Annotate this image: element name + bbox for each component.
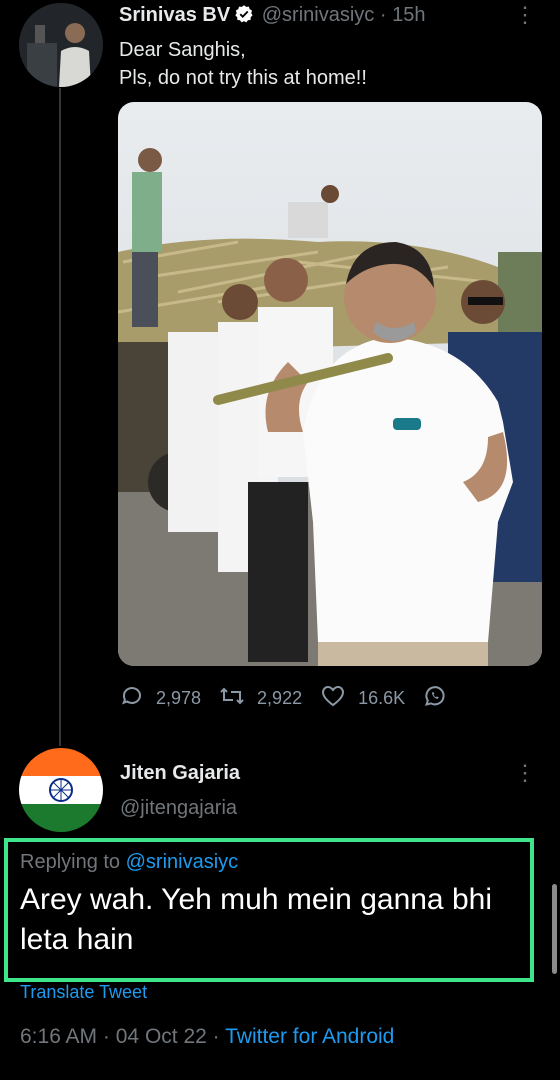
reply-author-handle[interactable]: @jitengajaria: [120, 797, 237, 820]
reply-meta: 6:16 AM · 04 Oct 22 · Twitter for Androi…: [20, 1025, 394, 1049]
reply-icon: [120, 684, 156, 713]
reply-count: 2,978: [156, 687, 202, 708]
replying-to: Replying to @srinivasiyc: [20, 851, 238, 874]
separator-dot: ·: [212, 1025, 220, 1048]
tweet-time[interactable]: 15h: [392, 4, 425, 26]
verified-badge-icon: [234, 4, 254, 30]
more-options-icon[interactable]: ⋮: [514, 4, 536, 26]
thread-line: [59, 88, 61, 746]
share-action[interactable]: [423, 684, 459, 713]
tweet-photo[interactable]: [118, 102, 542, 666]
translate-tweet-link[interactable]: Translate Tweet: [20, 979, 147, 999]
reply-more-options-icon[interactable]: ⋮: [514, 762, 536, 784]
tweet-source-link[interactable]: Twitter for Android: [225, 1025, 394, 1048]
replying-to-label: Replying to: [20, 851, 121, 873]
retweet-action[interactable]: 2,922: [219, 684, 302, 713]
scrollbar[interactable]: [552, 884, 557, 974]
reply-author-name[interactable]: Jiten Gajaria: [120, 762, 240, 785]
retweet-icon: [219, 684, 257, 713]
author-avatar[interactable]: [19, 3, 103, 87]
separator-dot: ·: [379, 4, 387, 26]
tweet-actions: 2,978 2,922 16.6K: [120, 684, 477, 712]
reply-action[interactable]: 2,978: [120, 684, 201, 713]
author-name[interactable]: Srinivas BV: [119, 4, 230, 26]
like-action[interactable]: 16.6K: [320, 684, 405, 713]
reply-date: 04 Oct 22: [115, 1025, 207, 1048]
tweet-text-line: Pls, do not try this at home!!: [119, 67, 367, 89]
tweet-header: Srinivas BV @srinivasiyc · 15h: [119, 4, 425, 30]
replying-to-handle[interactable]: @srinivasiyc: [126, 851, 239, 873]
reply-text: Arey wah. Yeh muh mein ganna bhi leta ha…: [20, 883, 492, 956]
separator-dot: ·: [102, 1025, 110, 1048]
retweet-count: 2,922: [257, 687, 303, 708]
whatsapp-icon: [423, 684, 459, 713]
like-count: 16.6K: [358, 687, 406, 708]
reply-time: 6:16 AM: [20, 1025, 98, 1048]
heart-icon: [320, 684, 358, 713]
reply-author-avatar[interactable]: [19, 748, 103, 832]
tweet-text-line: Dear Sanghis,: [119, 39, 246, 61]
author-handle[interactable]: @srinivasiyc: [262, 4, 375, 26]
tweet-text: Dear Sanghis, Pls, do not try this at ho…: [119, 36, 367, 92]
